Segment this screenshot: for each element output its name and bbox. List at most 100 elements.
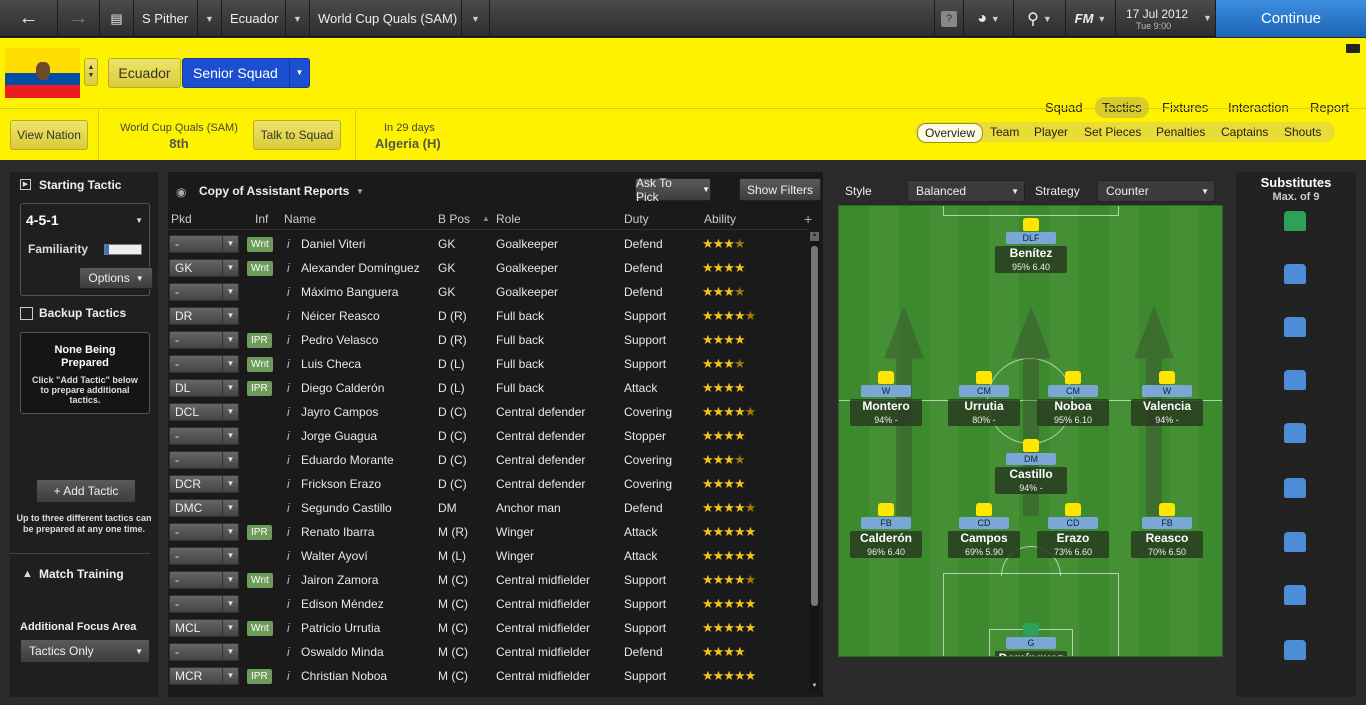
pkd-dropdown-icon[interactable]: ▼ <box>222 668 238 684</box>
pkd-dropdown-icon[interactable]: ▼ <box>222 476 238 492</box>
date-display[interactable]: 17 Jul 2012 Tue 9:00 <box>1116 0 1216 37</box>
pitch-player[interactable]: FB Calderón 96% 6.40 <box>850 503 922 558</box>
table-row[interactable]: - ▼ i Eduardo Morante D (C) Central defender C… <box>168 448 808 472</box>
search-icon[interactable]: ⚲ ▼ <box>1014 0 1066 37</box>
table-row[interactable]: - ▼ i Jorge Guagua D (C) Central defender Stop… <box>168 424 808 448</box>
style-select[interactable]: Balanced ▼ <box>907 180 1025 202</box>
pkd-select[interactable]: - ▼ <box>169 643 239 661</box>
info-icon[interactable]: i <box>287 472 290 496</box>
pkd-select[interactable]: - ▼ <box>169 283 239 301</box>
table-row[interactable]: - ▼ i Oswaldo Minda M (C) Central midfielder D… <box>168 640 808 664</box>
backup-tactics-checkbox[interactable] <box>20 307 33 320</box>
pkd-select[interactable]: - ▼ <box>169 571 239 589</box>
back-icon[interactable]: ← <box>0 0 58 37</box>
manager-menu[interactable]: S Pither <box>134 0 198 37</box>
table-row[interactable]: - ▼ i Walter Ayoví M (L) Winger Attack ★★★★★ <box>168 544 808 568</box>
sort-icon[interactable]: ▲ <box>482 208 490 230</box>
position-label[interactable]: FB <box>1142 517 1192 529</box>
pkd-dropdown-icon[interactable]: ▼ <box>222 452 238 468</box>
pkd-select[interactable]: DR ▼ <box>169 307 239 325</box>
player-name[interactable]: Renato Ibarra <box>301 520 374 544</box>
pitch-player[interactable]: CD Campos 69% 5.90 <box>948 503 1020 558</box>
ask-to-pick-button[interactable]: Ask To Pick ▼ <box>635 176 711 204</box>
info-icon[interactable]: i <box>287 496 290 520</box>
player-name[interactable]: Daniel Viteri <box>301 232 365 256</box>
pkd-dropdown-icon[interactable]: ▼ <box>222 572 238 588</box>
date-dropdown-icon[interactable]: ▼ <box>1203 13 1212 23</box>
pkd-dropdown-icon[interactable]: ▼ <box>222 308 238 324</box>
continue-button[interactable]: Continue <box>1216 0 1366 37</box>
table-row[interactable]: MCL ▼ Wnt i Patricio Urrutia M (C) Central mid… <box>168 616 808 640</box>
formation-value[interactable]: 4-5-1 <box>26 212 59 228</box>
eye-icon[interactable]: ◉ <box>176 185 186 199</box>
sub-slot-shirt-icon[interactable] <box>1284 423 1306 443</box>
player-name[interactable]: Edison Méndez <box>301 592 384 616</box>
player-name[interactable]: Frickson Erazo <box>301 472 381 496</box>
position-label[interactable]: FB <box>861 517 911 529</box>
col-pkd[interactable]: Pkd <box>171 208 192 230</box>
subtab-overview[interactable]: Overview <box>917 123 984 143</box>
table-row[interactable]: GK ▼ Wnt i Alexander Domínguez GK Goalkeeper De… <box>168 256 808 280</box>
formation-dropdown-icon[interactable]: ▼ <box>135 216 143 225</box>
info-icon[interactable]: i <box>287 664 290 688</box>
table-row[interactable]: DMC ▼ i Segundo Castillo DM Anchor man Defend ★… <box>168 496 808 520</box>
position-label[interactable]: G <box>1006 637 1056 649</box>
col-role[interactable]: Role <box>496 208 521 230</box>
pitch-player[interactable]: W Valencia 94% - <box>1131 371 1203 426</box>
info-icon[interactable]: i <box>287 328 290 352</box>
scroll-up-icon[interactable]: ▲ <box>810 232 819 241</box>
pkd-select[interactable]: DMC ▼ <box>169 499 239 517</box>
pitch-player[interactable]: DM Castillo 94% - <box>995 439 1067 494</box>
position-label[interactable]: CM <box>1048 385 1098 397</box>
nation-menu[interactable]: Ecuador <box>222 0 286 37</box>
pitch-player[interactable]: DLF Benítez 95% 6.40 <box>995 218 1067 273</box>
home-icon[interactable]: ▤ <box>100 0 134 37</box>
pkd-dropdown-icon[interactable]: ▼ <box>222 428 238 444</box>
subtab-penalties[interactable]: Penalties <box>1156 125 1205 139</box>
sub-slot-shirt-icon[interactable] <box>1284 585 1306 605</box>
info-icon[interactable]: i <box>287 424 290 448</box>
sub-slot-shirt-icon[interactable] <box>1284 640 1306 660</box>
player-name[interactable]: Máximo Banguera <box>301 280 398 304</box>
info-icon[interactable]: i <box>287 448 290 472</box>
pkd-select[interactable]: DCL ▼ <box>169 403 239 421</box>
pkd-dropdown-icon[interactable]: ▼ <box>222 356 238 372</box>
player-name[interactable]: Christian Noboa <box>301 664 387 688</box>
pkd-dropdown-icon[interactable]: ▼ <box>222 500 238 516</box>
pkd-dropdown-icon[interactable]: ▼ <box>222 260 238 276</box>
sub-slot-shirt-icon[interactable] <box>1284 478 1306 498</box>
info-icon[interactable]: i <box>287 616 290 640</box>
forward-icon[interactable]: → <box>58 0 100 37</box>
info-icon[interactable]: i <box>287 544 290 568</box>
table-row[interactable]: - ▼ Wnt i Daniel Viteri GK Goalkeeper Defend ★★★… <box>168 232 808 256</box>
player-name[interactable]: Luis Checa <box>301 352 361 376</box>
globe-icon[interactable]: ◕ ▼ <box>964 0 1014 37</box>
pkd-dropdown-icon[interactable]: ▼ <box>222 236 238 252</box>
info-icon[interactable]: i <box>287 400 290 424</box>
squad-dropdown-icon[interactable]: ▼ <box>289 59 309 87</box>
position-label[interactable]: W <box>1142 385 1192 397</box>
info-icon[interactable]: i <box>287 256 290 280</box>
player-name[interactable]: Diego Calderón <box>301 376 384 400</box>
table-row[interactable]: - ▼ i Edison Méndez M (C) Central midfielder S… <box>168 592 808 616</box>
strategy-select[interactable]: Counter ▼ <box>1097 180 1215 202</box>
position-label[interactable]: W <box>861 385 911 397</box>
player-name[interactable]: Patricio Urrutia <box>301 616 380 640</box>
nation-button[interactable]: Ecuador <box>108 58 181 88</box>
table-row[interactable]: - ▼ IPR i Pedro Velasco D (R) Full back Support… <box>168 328 808 352</box>
position-label[interactable]: CM <box>959 385 1009 397</box>
subtab-player[interactable]: Player <box>1034 125 1068 139</box>
pkd-select[interactable]: - ▼ <box>169 595 239 613</box>
pkd-dropdown-icon[interactable]: ▼ <box>222 332 238 348</box>
table-row[interactable]: DCL ▼ i Jayro Campos D (C) Central defender Co… <box>168 400 808 424</box>
player-name[interactable]: Jorge Guagua <box>301 424 377 448</box>
col-ability[interactable]: Ability <box>704 208 736 230</box>
sub-slot-shirt-icon[interactable] <box>1284 370 1306 390</box>
pkd-dropdown-icon[interactable]: ▼ <box>222 644 238 660</box>
pkd-select[interactable]: DL ▼ <box>169 379 239 397</box>
table-row[interactable]: - ▼ Wnt i Jairon Zamora M (C) Central midfield… <box>168 568 808 592</box>
col-inf[interactable]: Inf <box>255 208 268 230</box>
pkd-dropdown-icon[interactable]: ▼ <box>222 596 238 612</box>
subtab-team[interactable]: Team <box>990 125 1019 139</box>
add-column-icon[interactable]: + <box>804 208 812 230</box>
